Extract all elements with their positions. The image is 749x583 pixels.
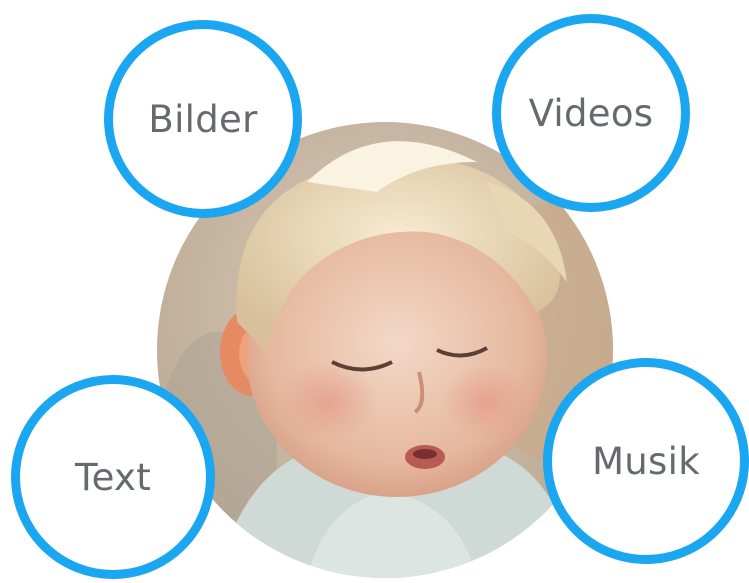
bilder-button[interactable]: Bilder	[104, 20, 302, 218]
text-label: Text	[74, 455, 152, 499]
musik-button[interactable]: Musik	[543, 358, 749, 564]
musik-label: Musik	[592, 439, 700, 483]
media-selection-stage: Bilder Videos Text Musik	[0, 0, 749, 583]
videos-button[interactable]: Videos	[492, 14, 690, 212]
text-button[interactable]: Text	[11, 375, 215, 579]
videos-label: Videos	[528, 91, 654, 135]
bilder-label: Bilder	[148, 97, 258, 141]
